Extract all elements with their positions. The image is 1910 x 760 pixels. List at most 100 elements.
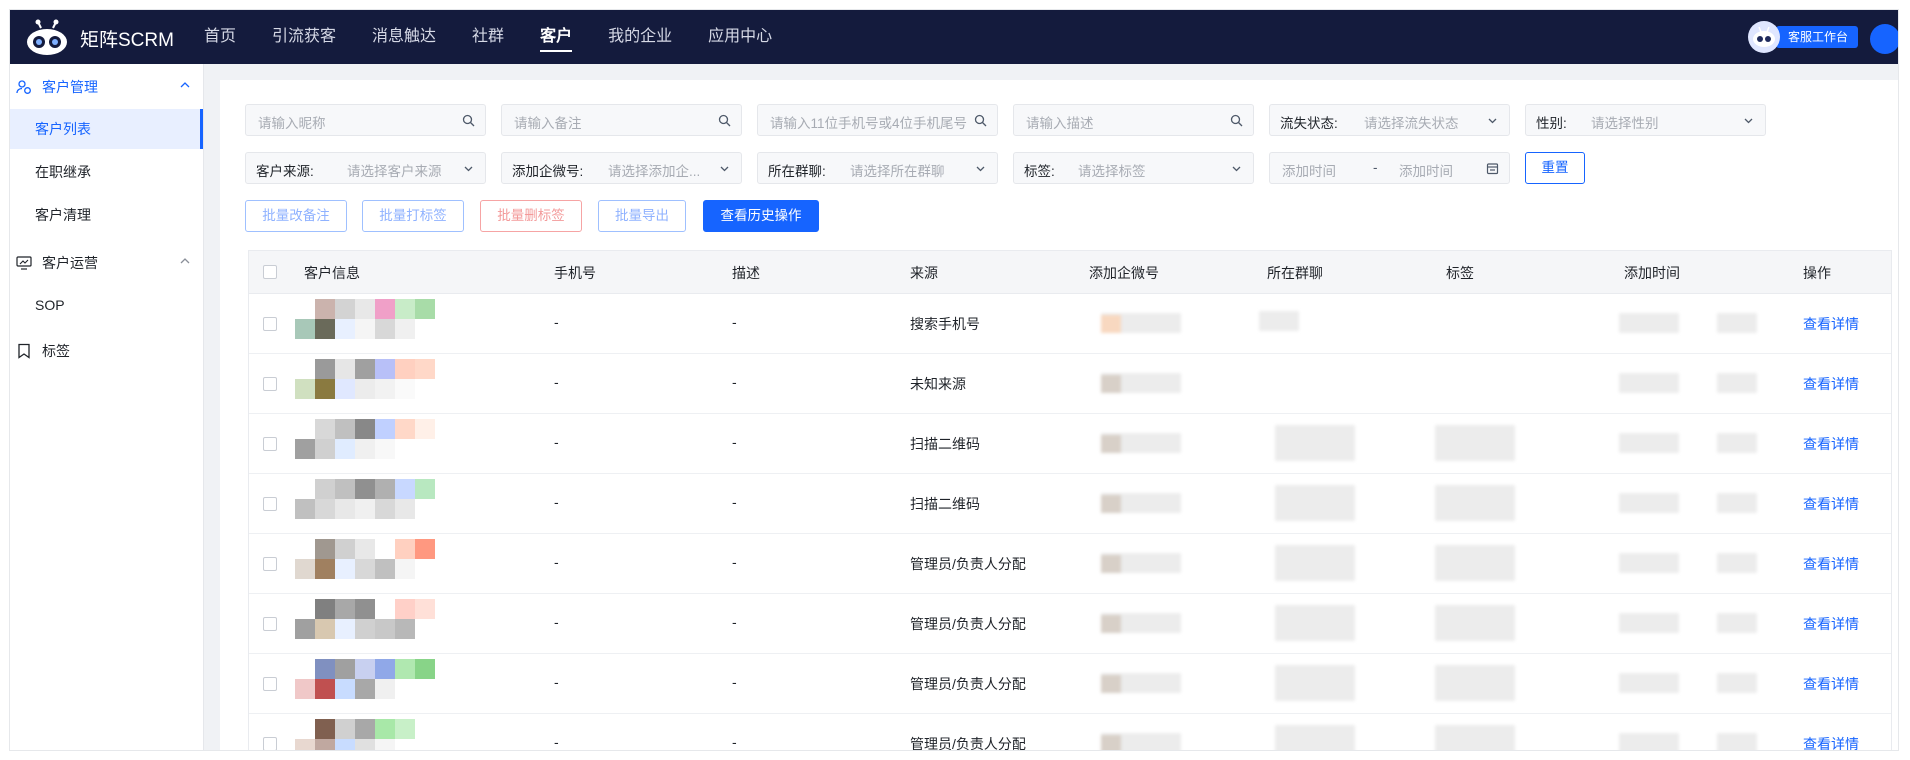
main-content: 请输入昵称 请输入备注 请输入11位手机号或4位手机尾号 请输入描述 流失状态:…	[220, 80, 1898, 750]
time-separator: -	[1373, 160, 1378, 175]
cell-wecom-account	[1101, 733, 1181, 750]
row-checkbox[interactable]	[263, 737, 277, 750]
nav-app-center[interactable]: 应用中心	[708, 10, 772, 64]
nav-community[interactable]: 社群	[472, 10, 504, 64]
view-history-button[interactable]: 查看历史操作	[703, 200, 819, 232]
search-icon	[1230, 114, 1243, 127]
col-phone: 手机号	[554, 265, 596, 281]
sidebar-group-tags[interactable]: 标签	[10, 330, 203, 370]
cell-phone: -	[554, 374, 559, 390]
cell-description: -	[732, 734, 737, 750]
remark-input[interactable]: 请输入备注	[501, 104, 742, 136]
top-navbar: 矩阵SCRM 首页 引流获客 消息触达 社群 客户 我的企业 应用中心 客服工作…	[10, 10, 1898, 64]
reset-button[interactable]: 重置	[1525, 152, 1585, 184]
view-detail-link[interactable]: 查看详情	[1803, 434, 1859, 454]
table-row: - - 管理员/负责人分配 查看详情	[249, 533, 1891, 594]
gender-placeholder: 请选择性别	[1591, 116, 1659, 131]
batch-remark-button[interactable]: 批量改备注	[245, 200, 347, 232]
view-detail-link[interactable]: 查看详情	[1803, 674, 1859, 694]
nav-home[interactable]: 首页	[204, 10, 236, 64]
tag-select[interactable]: 标签: 请选择标签	[1013, 152, 1254, 184]
row-checkbox[interactable]	[263, 497, 277, 511]
chevron-down-icon	[976, 166, 985, 172]
customer-avatar-name	[295, 479, 495, 519]
row-checkbox[interactable]	[263, 617, 277, 631]
sidebar-group-customer-ops[interactable]: 客户运营	[10, 242, 203, 282]
cell-group-chat	[1275, 605, 1355, 641]
sidebar-group-customer-management[interactable]: 客户管理	[10, 66, 203, 106]
row-checkbox[interactable]	[263, 557, 277, 571]
view-detail-link[interactable]: 查看详情	[1803, 734, 1859, 750]
sidebar-group-label: 客户运营	[42, 255, 98, 271]
lost-status-select[interactable]: 流失状态: 请选择流失状态	[1269, 104, 1510, 136]
view-detail-link[interactable]: 查看详情	[1803, 314, 1859, 334]
cell-group-chat	[1275, 485, 1355, 521]
service-workbench-button[interactable]: 客服工作台	[1776, 26, 1859, 48]
cell-source: 扫描二维码	[910, 436, 980, 452]
row-checkbox[interactable]	[263, 437, 277, 451]
row-checkbox[interactable]	[263, 317, 277, 331]
nickname-placeholder: 请输入昵称	[258, 116, 326, 131]
select-all-checkbox[interactable]	[263, 265, 277, 279]
table-row: - - 扫描二维码 查看详情	[249, 473, 1891, 534]
table-row: - - 未知来源 查看详情	[249, 353, 1891, 414]
wecom-account-select[interactable]: 添加企微号: 请选择添加企...	[501, 152, 742, 184]
phone-input[interactable]: 请输入11位手机号或4位手机尾号	[757, 104, 998, 136]
user-avatar[interactable]	[1870, 24, 1898, 54]
cell-tags	[1435, 665, 1515, 701]
cell-add-time-extra	[1717, 553, 1757, 573]
tag-label: 标签:	[1024, 164, 1055, 179]
gender-select[interactable]: 性别: 请选择性别	[1525, 104, 1766, 136]
col-wecom-account: 添加企微号	[1089, 265, 1159, 281]
nav-my-company[interactable]: 我的企业	[608, 10, 672, 64]
chevron-down-icon	[1744, 118, 1753, 124]
nav-acquisition[interactable]: 引流获客	[272, 10, 336, 64]
nav-messaging[interactable]: 消息触达	[372, 10, 436, 64]
cell-add-time-extra	[1717, 613, 1757, 633]
view-detail-link[interactable]: 查看详情	[1803, 614, 1859, 634]
sidebar-item-customer-list[interactable]: 客户列表	[10, 109, 203, 149]
brand-name: 矩阵SCRM	[80, 30, 174, 51]
sidebar-item-inheritance[interactable]: 在职继承	[10, 152, 203, 192]
cell-phone: -	[554, 494, 559, 510]
gender-label: 性别:	[1536, 116, 1567, 131]
cell-tags	[1435, 425, 1515, 461]
description-input[interactable]: 请输入描述	[1013, 104, 1254, 136]
col-actions: 操作	[1803, 265, 1831, 281]
nav-customers[interactable]: 客户	[540, 10, 573, 64]
table-header: 客户信息 手机号 描述 来源 添加企微号 所在群聊 标签 添加时间 操作	[249, 251, 1891, 294]
description-placeholder: 请输入描述	[1026, 116, 1094, 131]
cell-add-time-extra	[1717, 673, 1757, 693]
cell-add-time-extra	[1717, 733, 1757, 750]
batch-tag-button[interactable]: 批量打标签	[362, 200, 464, 232]
wecom-account-placeholder: 请选择添加企...	[608, 164, 701, 179]
customer-group-icon	[16, 80, 31, 94]
customer-avatar-name	[295, 659, 495, 699]
nickname-input[interactable]: 请输入昵称	[245, 104, 486, 136]
lost-status-label: 流失状态:	[1280, 116, 1338, 131]
service-workbench[interactable]: 客服工作台	[1748, 21, 1859, 53]
row-checkbox[interactable]	[263, 377, 277, 391]
view-detail-link[interactable]: 查看详情	[1803, 374, 1859, 394]
chevron-down-icon	[464, 166, 473, 172]
col-description: 描述	[732, 265, 760, 281]
sidebar-item-sop[interactable]: SOP	[10, 285, 203, 325]
table-row: - - 搜索手机号 查看详情	[249, 293, 1891, 354]
view-detail-link[interactable]: 查看详情	[1803, 554, 1859, 574]
view-detail-link[interactable]: 查看详情	[1803, 494, 1859, 514]
sidebar-group-label: 客户管理	[42, 79, 98, 95]
group-chat-select[interactable]: 所在群聊: 请选择所在群聊	[757, 152, 998, 184]
customer-avatar-name	[295, 599, 495, 639]
cell-phone: -	[554, 734, 559, 750]
sidebar-item-cleanup[interactable]: 客户清理	[10, 195, 203, 235]
cell-tags	[1435, 545, 1515, 581]
cell-wecom-account	[1101, 373, 1181, 393]
batch-untag-button[interactable]: 批量删标签	[480, 200, 582, 232]
chevron-up-icon	[180, 82, 190, 88]
row-checkbox[interactable]	[263, 677, 277, 691]
source-select[interactable]: 客户来源: 请选择客户来源	[245, 152, 486, 184]
table-row: - - 管理员/负责人分配 查看详情	[249, 653, 1891, 714]
add-time-range-picker[interactable]: 添加时间 - 添加时间	[1269, 152, 1510, 184]
cell-source: 未知来源	[910, 376, 966, 392]
batch-export-button[interactable]: 批量导出	[598, 200, 686, 232]
